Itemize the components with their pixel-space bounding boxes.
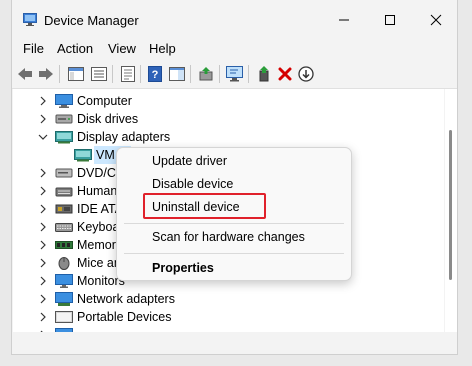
- back-arrow-icon: [18, 68, 32, 80]
- tree-row-label: Human: [77, 184, 118, 198]
- chevron-right-icon: [40, 222, 46, 232]
- memory-icon: [55, 241, 73, 249]
- toolbar-separator: [219, 65, 220, 83]
- tree-row-label: Portable Devices: [77, 310, 172, 324]
- back-button[interactable]: [15, 64, 35, 84]
- tree-row-label: Network adapters: [77, 292, 175, 306]
- action-pane-icon: [169, 67, 185, 81]
- menu-action[interactable]: Action: [55, 41, 95, 56]
- up-one-level-button[interactable]: [89, 64, 109, 84]
- status-bar: [13, 333, 457, 353]
- tree-row-label: Display adapters: [77, 130, 171, 144]
- tree-row-label: Computer: [77, 94, 132, 108]
- tree-row-portable-devices[interactable]: Portable Devices: [13, 308, 444, 326]
- chevron-right-icon: [40, 240, 46, 250]
- enable-device-icon: [259, 66, 269, 82]
- chevron-down-icon: [38, 134, 48, 140]
- chevron-right-icon: [40, 168, 46, 178]
- vertical-scrollbar[interactable]: [445, 89, 457, 332]
- tree-row-computer[interactable]: Computer: [13, 92, 444, 110]
- console-tree-icon: [68, 67, 84, 81]
- toolbar-separator: [112, 65, 113, 83]
- show-hide-console-tree-button[interactable]: [66, 64, 86, 84]
- update-driver-icon: [199, 67, 213, 81]
- toolbar-separator: [59, 65, 60, 83]
- menu-bar: File Action View Help: [12, 40, 457, 59]
- maximize-button[interactable]: [367, 4, 413, 36]
- disable-device-button[interactable]: [296, 64, 316, 84]
- title-bar[interactable]: Device Manager: [12, 0, 457, 40]
- monitor-icon: [55, 274, 73, 288]
- menu-item-update-driver[interactable]: Update driver: [152, 154, 227, 168]
- menu-item-disable-device[interactable]: Disable device: [152, 177, 233, 191]
- uninstall-device-button[interactable]: [275, 64, 295, 84]
- enable-device-button[interactable]: [254, 64, 274, 84]
- properties-button[interactable]: [118, 64, 138, 84]
- uninstall-highlight-box: [143, 193, 266, 219]
- toolbar-separator: [190, 65, 191, 83]
- device-icon: [55, 328, 73, 332]
- tree-row-display-adapters[interactable]: Display adapters: [13, 128, 444, 146]
- device-manager-app-icon: [23, 13, 37, 26]
- help-button[interactable]: ?: [145, 64, 165, 84]
- menu-help[interactable]: Help: [147, 41, 178, 56]
- menu-file[interactable]: File: [21, 41, 46, 56]
- chevron-right-icon: [40, 186, 46, 196]
- forward-button[interactable]: [36, 64, 56, 84]
- display-adapter-icon: [74, 149, 92, 162]
- chevron-right-icon: [40, 312, 46, 322]
- disk-drive-icon: [55, 114, 73, 124]
- menu-item-scan-hardware[interactable]: Scan for hardware changes: [152, 230, 305, 244]
- ide-controller-icon: [55, 204, 73, 214]
- close-button[interactable]: [413, 4, 457, 36]
- chevron-right-icon: [40, 330, 43, 332]
- portable-device-icon: [55, 311, 73, 323]
- action-pane-button[interactable]: [167, 64, 187, 84]
- minimize-button[interactable]: [321, 4, 367, 36]
- tree-row-network-adapters[interactable]: Network adapters: [13, 290, 444, 308]
- properties-icon: [121, 66, 135, 82]
- chevron-right-icon: [40, 276, 46, 286]
- hid-icon: [55, 187, 73, 197]
- maximize-icon: [385, 15, 395, 25]
- red-x-icon: [278, 67, 292, 81]
- update-driver-button[interactable]: [196, 64, 216, 84]
- svg-text:?: ?: [152, 69, 159, 81]
- chevron-right-icon: [40, 258, 46, 268]
- chevron-right-icon: [40, 204, 46, 214]
- network-adapter-icon: [55, 292, 73, 306]
- toolbar: ?: [12, 60, 457, 89]
- toolbar-separator: [248, 65, 249, 83]
- menu-separator: [124, 253, 344, 254]
- toolbar-separator: [140, 65, 141, 83]
- dvd-drive-icon: [55, 168, 73, 178]
- mouse-icon: [58, 257, 70, 270]
- tree-row-label: Mice an: [77, 256, 121, 270]
- tree-row-label: Memor: [77, 238, 116, 252]
- forward-arrow-icon: [39, 68, 53, 80]
- scan-hardware-button[interactable]: [225, 64, 245, 84]
- tree-row-partial[interactable]: [13, 326, 444, 332]
- keyboard-icon: [55, 223, 73, 232]
- tree-row-label: DVD/CI: [77, 166, 120, 180]
- close-icon: [430, 14, 442, 26]
- help-icon: ?: [148, 66, 162, 82]
- tree-row-label: Keyboa: [77, 220, 120, 234]
- tree-row-disk-drives[interactable]: Disk drives: [13, 110, 444, 128]
- window-title: Device Manager: [44, 13, 139, 28]
- computer-icon: [55, 94, 73, 108]
- menu-separator: [124, 223, 344, 224]
- menu-item-properties[interactable]: Properties: [152, 261, 214, 275]
- scan-hardware-icon: [226, 66, 243, 82]
- scrollbar-thumb[interactable]: [449, 130, 452, 280]
- download-arrow-circle-icon: [298, 66, 314, 82]
- chevron-right-icon: [40, 294, 46, 304]
- chevron-right-icon: [40, 114, 46, 124]
- list-icon: [91, 67, 107, 81]
- menu-view[interactable]: View: [106, 41, 138, 56]
- minimize-icon: [339, 19, 349, 21]
- tree-row-label: Disk drives: [77, 112, 139, 126]
- display-adapter-icon: [55, 131, 73, 144]
- chevron-right-icon: [40, 96, 46, 106]
